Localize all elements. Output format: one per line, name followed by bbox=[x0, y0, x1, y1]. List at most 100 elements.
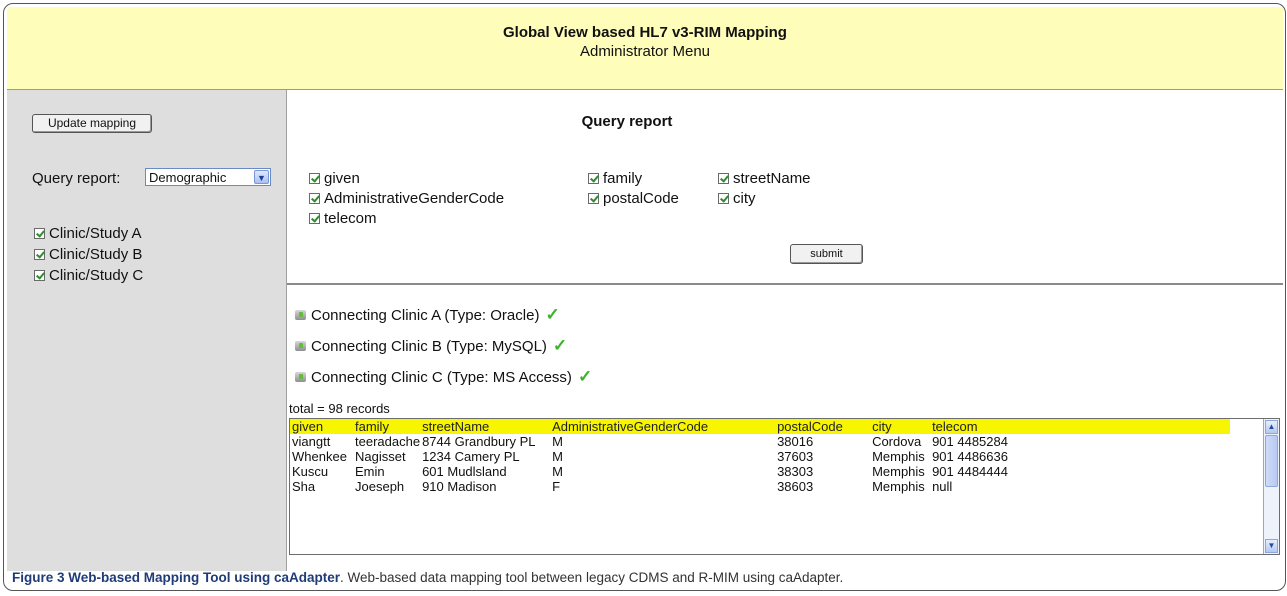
column-header[interactable]: family bbox=[353, 419, 421, 434]
submit-button[interactable]: submit bbox=[790, 244, 863, 264]
table-cell: Memphis bbox=[872, 449, 925, 464]
field-label: AdministrativeGenderCode bbox=[324, 190, 505, 207]
table-cell: Whenkee bbox=[292, 449, 347, 464]
figure-caption: Figure 3 Web-based Mapping Tool using ca… bbox=[12, 570, 843, 585]
table-cell: Emin bbox=[355, 464, 385, 479]
clinic-c-checkbox[interactable]: Clinic/Study C bbox=[34, 267, 143, 284]
database-connect-icon bbox=[295, 372, 306, 382]
connection-status-c: Connecting Clinic C (Type: MS Access) ✓ bbox=[295, 367, 592, 387]
field-administrativegendercode[interactable]: AdministrativeGenderCode bbox=[309, 190, 504, 207]
query-report-label: Query report: bbox=[32, 170, 121, 187]
chevron-down-icon[interactable]: ▼ bbox=[254, 170, 269, 184]
app-subtitle: Administrator Menu bbox=[579, 43, 711, 60]
column-header[interactable]: postalCode bbox=[775, 419, 871, 434]
table-cell: M bbox=[552, 464, 563, 479]
connection-status-b: Connecting Clinic B (Type: MySQL) ✓ bbox=[295, 336, 567, 356]
table-cell: Sha bbox=[292, 479, 316, 494]
clinic-b-checkbox[interactable]: Clinic/Study B bbox=[34, 246, 142, 263]
table-cell: Nagisset bbox=[355, 449, 406, 464]
table-cell: 38603 bbox=[777, 479, 814, 494]
query-report-select[interactable]: Demographic ▼ bbox=[145, 168, 271, 186]
table-cell: Kuscu bbox=[292, 464, 329, 479]
checkbox-checked-icon[interactable] bbox=[588, 173, 599, 184]
field-family[interactable]: family bbox=[588, 170, 642, 187]
field-given[interactable]: given bbox=[309, 170, 360, 187]
table-cell: 601 Mudlsland bbox=[422, 464, 507, 479]
table-cell: Memphis bbox=[872, 464, 925, 479]
results-table[interactable]: given family streetName AdministrativeGe… bbox=[289, 418, 1280, 555]
app-header: Global View based HL7 v3-RIM Mapping Adm… bbox=[7, 7, 1283, 90]
checkbox-checked-icon[interactable] bbox=[588, 193, 599, 204]
database-connect-icon bbox=[295, 341, 306, 351]
checkbox-checked-icon[interactable] bbox=[309, 173, 320, 184]
sidebar: Update mapping Query report: Demographic… bbox=[7, 90, 287, 571]
column-header[interactable]: city bbox=[870, 419, 931, 434]
checkbox-checked-icon[interactable] bbox=[718, 173, 729, 184]
checkbox-checked-icon[interactable] bbox=[34, 270, 45, 281]
screenshot: Global View based HL7 v3-RIM Mapping Adm… bbox=[7, 7, 1283, 571]
scrollbar-thumb[interactable] bbox=[1265, 435, 1278, 487]
field-streetname[interactable]: streetName bbox=[718, 170, 811, 187]
checkbox-checked-icon[interactable] bbox=[34, 249, 45, 260]
checkbox-checked-icon[interactable] bbox=[34, 228, 45, 239]
field-label: postalCode bbox=[603, 190, 679, 207]
table-cell: Joeseph bbox=[355, 479, 405, 494]
check-icon: ✓ bbox=[545, 305, 560, 324]
table-row[interactable]: Kuscu Emin 601 Mudlsland M 38303 Memphis… bbox=[290, 464, 1230, 479]
connection-label: Connecting Clinic A (Type: Oracle) bbox=[311, 307, 540, 324]
table-cell: Cordova bbox=[872, 434, 922, 449]
table-cell: 901 4485284 bbox=[932, 434, 1008, 449]
check-icon: ✓ bbox=[552, 336, 568, 355]
clinic-a-checkbox[interactable]: Clinic/Study A bbox=[34, 225, 142, 242]
column-header[interactable]: streetName bbox=[420, 419, 551, 434]
table-cell: 38016 bbox=[777, 434, 814, 449]
app-title: Global View based HL7 v3-RIM Mapping bbox=[503, 24, 787, 41]
checkbox-checked-icon[interactable] bbox=[309, 193, 320, 204]
field-postalcode[interactable]: postalCode bbox=[588, 190, 679, 207]
table-cell: M bbox=[552, 449, 563, 464]
query-report-select-value: Demographic bbox=[149, 170, 227, 185]
table-cell: 901 4484444 bbox=[932, 464, 1008, 479]
checkbox-checked-icon[interactable] bbox=[309, 213, 320, 224]
query-report-title: Query report bbox=[581, 113, 673, 130]
table-cell: 37603 bbox=[777, 449, 814, 464]
scroll-down-icon[interactable]: ▼ bbox=[1265, 539, 1278, 553]
table-row[interactable]: Sha Joeseph 910 Madison F 38603 Memphis … bbox=[290, 479, 1230, 494]
clinic-label: Clinic/Study A bbox=[49, 225, 142, 242]
table-header-row: given family streetName AdministrativeGe… bbox=[290, 419, 1231, 434]
table-cell: null bbox=[932, 479, 953, 494]
field-label: family bbox=[603, 170, 643, 187]
clinic-label: Clinic/Study B bbox=[49, 246, 143, 263]
table-cell: 8744 Grandbury PL bbox=[422, 434, 536, 449]
table-cell: viangtt bbox=[292, 434, 331, 449]
table-row[interactable]: Whenkee Nagisset 1234 Camery PL M 37603 … bbox=[290, 449, 1230, 464]
total-records: total = 98 records bbox=[289, 401, 390, 416]
table-cell: M bbox=[552, 434, 563, 449]
update-mapping-button[interactable]: Update mapping bbox=[32, 114, 152, 133]
field-label: streetName bbox=[733, 170, 811, 187]
table-cell: 901 4486636 bbox=[932, 449, 1008, 464]
table-cell: Memphis bbox=[872, 479, 925, 494]
column-header[interactable]: telecom bbox=[930, 419, 1231, 434]
table-cell: F bbox=[552, 479, 561, 494]
field-label: telecom bbox=[324, 210, 377, 227]
table-cell: 1234 Camery PL bbox=[422, 449, 520, 464]
check-icon: ✓ bbox=[577, 367, 593, 386]
table-cell: teeradache bbox=[355, 434, 421, 449]
column-header[interactable]: AdministrativeGenderCode bbox=[550, 419, 776, 434]
checkbox-checked-icon[interactable] bbox=[718, 193, 729, 204]
caption-text: . Web-based data mapping tool between le… bbox=[340, 570, 844, 585]
vertical-scrollbar[interactable]: ▲ ▼ bbox=[1263, 419, 1279, 554]
field-telecom[interactable]: telecom bbox=[309, 210, 377, 227]
field-label: city bbox=[733, 190, 756, 207]
main-panel: Query report given family streetName Adm… bbox=[287, 90, 1283, 571]
caption-title: Figure 3 Web-based Mapping Tool using ca… bbox=[12, 570, 341, 585]
field-label: given bbox=[324, 170, 360, 187]
table-row[interactable]: viangtt teeradache 8744 Grandbury PL M 3… bbox=[290, 434, 1230, 449]
connection-label: Connecting Clinic B (Type: MySQL) bbox=[311, 338, 547, 355]
table-cell: 38303 bbox=[777, 464, 814, 479]
field-city[interactable]: city bbox=[718, 190, 756, 207]
scroll-up-icon[interactable]: ▲ bbox=[1265, 420, 1278, 434]
clinic-label: Clinic/Study C bbox=[49, 267, 144, 284]
column-header[interactable]: given bbox=[290, 419, 353, 434]
